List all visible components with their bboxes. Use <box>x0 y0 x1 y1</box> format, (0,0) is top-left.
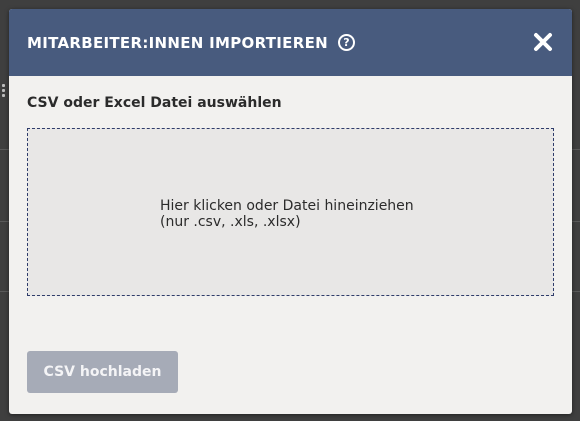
dialog-title: MITARBEITER:INNEN IMPORTIEREN <box>27 34 328 52</box>
upload-csv-button[interactable]: CSV hochladen <box>27 351 178 393</box>
dropzone-instruction-line: Hier klicken oder Datei hineinziehen <box>160 198 414 214</box>
import-dialog: MITARBEITER:INNEN IMPORTIEREN ? CSV oder… <box>9 9 572 414</box>
close-icon[interactable] <box>532 31 554 53</box>
file-select-label: CSV oder Excel Datei auswählen <box>27 95 282 111</box>
close-icon-glyph <box>534 33 552 51</box>
help-icon[interactable]: ? <box>338 34 355 51</box>
dropzone-file-types: (nur .csv, .xls, .xlsx) <box>160 214 301 230</box>
drag-handle-icon <box>2 84 5 99</box>
dialog-header: MITARBEITER:INNEN IMPORTIEREN ? <box>9 9 572 76</box>
file-dropzone[interactable]: Hier klicken oder Datei hineinziehen (nu… <box>27 128 554 296</box>
dropzone-instructions: Hier klicken oder Datei hineinziehen (nu… <box>160 198 414 230</box>
